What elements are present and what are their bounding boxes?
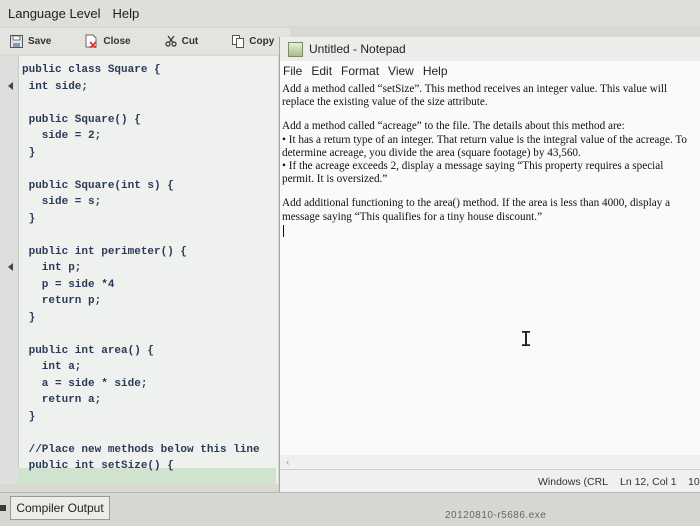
- code-line: }: [22, 410, 36, 423]
- code-line: public Square() {: [22, 113, 141, 126]
- status-zoom: 10: [688, 475, 700, 488]
- copy-button[interactable]: Copy: [232, 34, 275, 48]
- code-line: int side;: [22, 80, 89, 93]
- notepad-titlebar[interactable]: Untitled - Notepad: [280, 37, 700, 61]
- save-label: Save: [28, 35, 52, 47]
- notepad-paragraph: Add a method called “setSize”. This meth…: [282, 83, 668, 109]
- code-line: return p;: [22, 295, 102, 307]
- notepad-menu-help[interactable]: Help: [423, 64, 448, 78]
- scroll-left-icon[interactable]: ‹: [286, 457, 289, 468]
- notepad-title: Untitled - Notepad: [309, 42, 406, 56]
- code-line: side = 2;: [22, 130, 102, 142]
- code-line: public int setSize() {: [22, 460, 174, 472]
- notepad-menubar: File Edit Format View Help: [280, 61, 700, 81]
- status-position: Ln 12, Col 1: [620, 475, 677, 488]
- code-editor[interactable]: public class Square { int side; public S…: [0, 56, 278, 484]
- code-line: public int area() {: [22, 344, 155, 357]
- code-line: public int perimeter() {: [22, 245, 188, 258]
- taskbar-faded-text: 20120810-r5686.exe: [445, 510, 547, 521]
- code-line: }: [22, 146, 36, 159]
- fold-marker-icon[interactable]: [8, 82, 13, 90]
- menu-language-level[interactable]: Language Level: [8, 6, 101, 21]
- source-code[interactable]: public class Square { int side; public S…: [22, 62, 260, 475]
- close-file-icon: [85, 34, 97, 48]
- close-label: Close: [103, 35, 131, 47]
- notepad-menu-format[interactable]: Format: [341, 64, 379, 78]
- code-line: p = side *4: [22, 278, 115, 291]
- close-button[interactable]: Close: [85, 34, 131, 48]
- ide-toolbar: Save Close Cut Copy: [0, 28, 290, 54]
- notepad-text-area[interactable]: Add a method called “setSize”. This meth…: [282, 83, 698, 453]
- code-line: }: [22, 212, 36, 225]
- cut-label: Cut: [181, 35, 199, 47]
- status-encoding: Windows (CRL: [538, 475, 609, 488]
- code-line: return a;: [22, 394, 102, 406]
- compiler-output-tab[interactable]: Compiler Output: [10, 496, 110, 520]
- fold-marker-icon[interactable]: [8, 263, 13, 271]
- code-line: //Place new methods below this line: [22, 443, 260, 456]
- ide-menubar: Language Level Help: [0, 0, 700, 26]
- notepad-menu-file[interactable]: File: [283, 64, 302, 78]
- code-line: side = s;: [22, 196, 102, 208]
- code-line: int a;: [22, 361, 82, 373]
- code-line: a = side * side;: [22, 377, 148, 390]
- text-caret: [283, 224, 284, 237]
- save-button[interactable]: Save: [10, 34, 52, 48]
- save-icon: [10, 34, 23, 48]
- code-line: public class Square {: [22, 64, 161, 76]
- horizontal-scrollbar[interactable]: ‹: [280, 455, 700, 469]
- menu-help[interactable]: Help: [113, 6, 140, 21]
- notepad-app-icon: [288, 41, 303, 57]
- cut-button[interactable]: Cut: [164, 35, 199, 47]
- compiler-output-label: Compiler Output: [16, 501, 104, 515]
- notepad-paragraph: Add a method called “acreage” to the fil…: [282, 120, 687, 186]
- code-line: public Square(int s) {: [22, 179, 174, 192]
- notepad-paragraph: Add additional functioning to the area()…: [282, 197, 671, 223]
- notepad-window: Untitled - Notepad File Edit Format View…: [279, 37, 700, 493]
- notepad-menu-edit[interactable]: Edit: [311, 64, 332, 78]
- bottom-panel: Compiler Output: [0, 492, 700, 526]
- code-line: }: [22, 311, 36, 324]
- notepad-statusbar: Windows (CRL Ln 12, Col 1 10: [280, 469, 700, 493]
- copy-icon: [232, 34, 245, 48]
- scissors-icon: [164, 35, 177, 47]
- ibeam-cursor-icon: I: [520, 327, 533, 351]
- copy-label: Copy: [249, 35, 275, 47]
- editor-gutter: [0, 56, 19, 484]
- panel-handle-icon: [0, 505, 6, 511]
- notepad-menu-view[interactable]: View: [388, 64, 414, 78]
- code-line: int p;: [22, 262, 82, 274]
